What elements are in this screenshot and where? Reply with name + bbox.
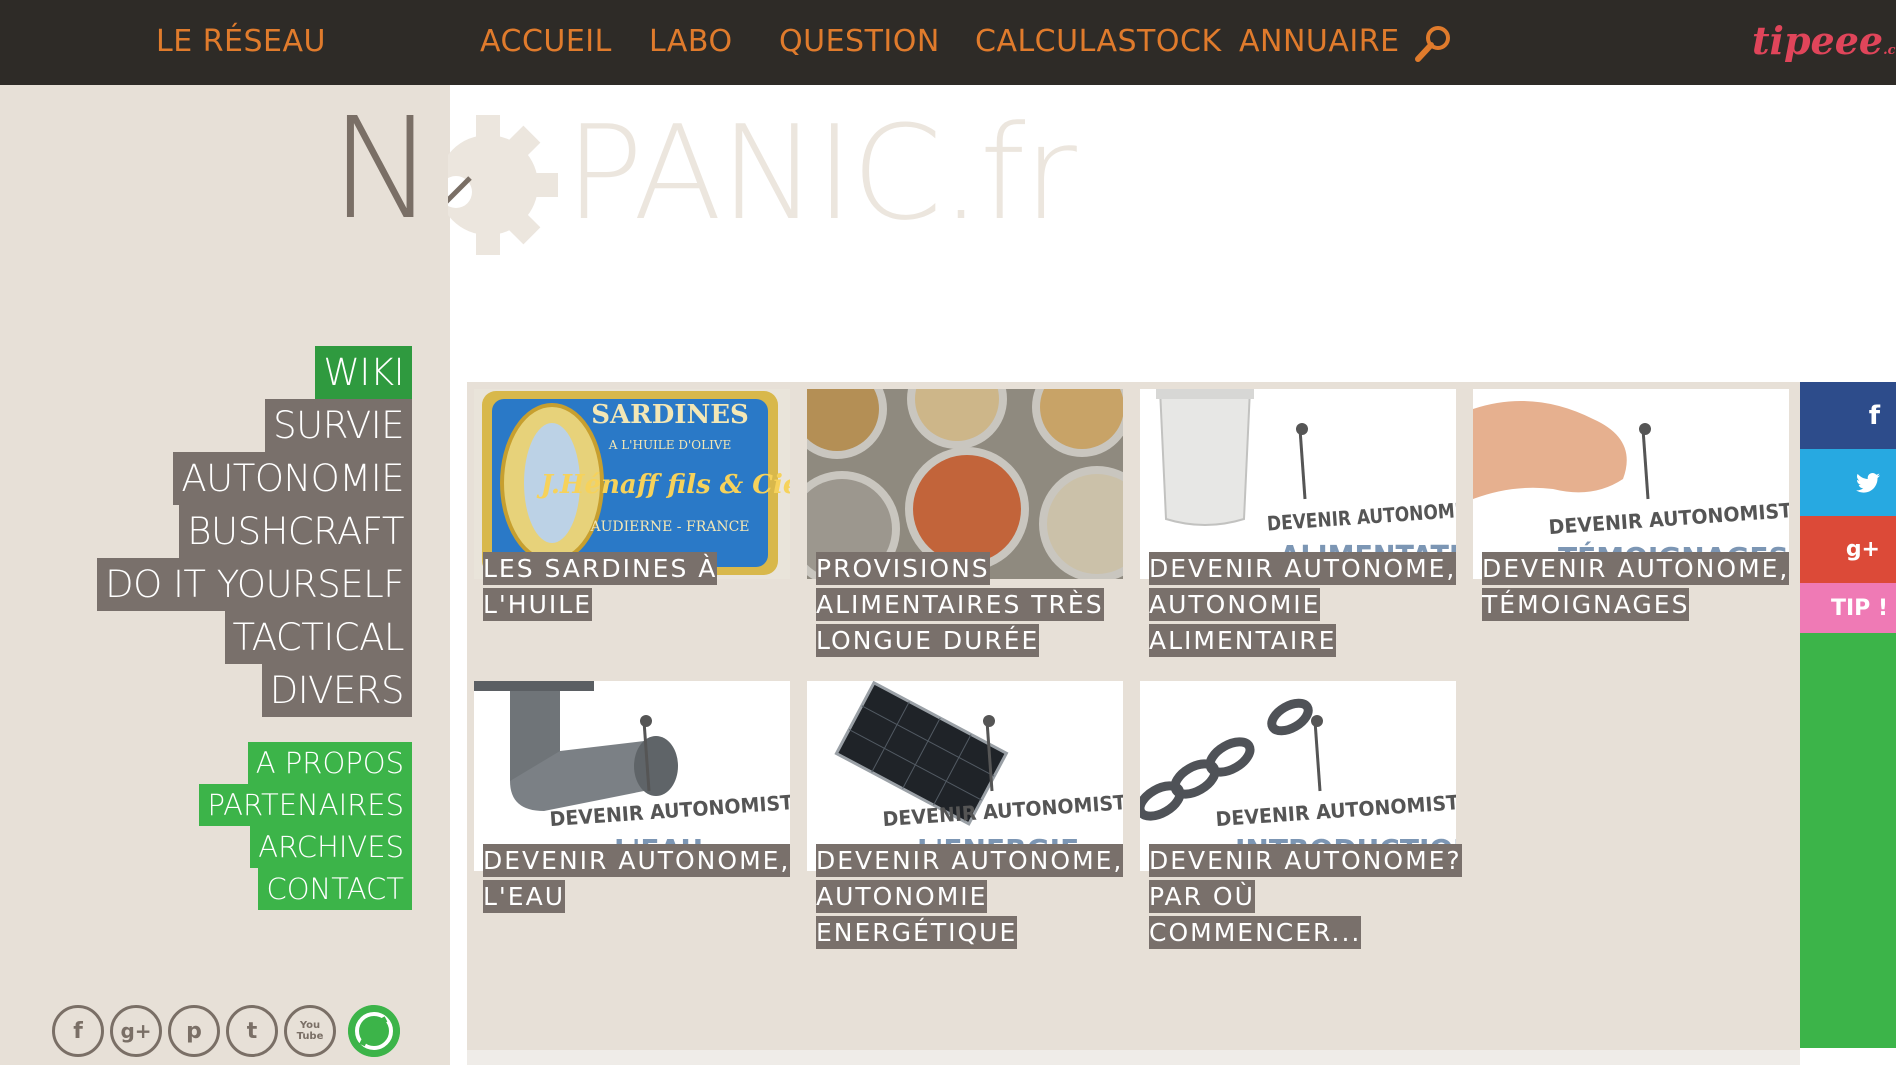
social-links: f g+ p t You Tube (52, 1005, 400, 1057)
category-survie[interactable]: SURVIE (265, 399, 412, 452)
page-contact[interactable]: CONTACT (258, 868, 412, 910)
article-card[interactable]: DEVENIR AUTONOMISTE L'EAU DEVENIR AUTONO… (474, 681, 791, 913)
article-title[interactable]: DEVENIR AUTONOME, AUTONOMIE ALIMENTAIRE (1149, 551, 1469, 659)
top-navbar: LE RÉSEAU ACCUEIL LABO QUESTION CALCULAS… (0, 0, 1896, 85)
thumb-text: AUDIERNE - FRANCE (589, 519, 749, 535)
article-title[interactable]: LES SARDINES À L'HUILE (483, 551, 803, 623)
nav-calculastock[interactable]: CALCULASTOCK (975, 24, 1222, 59)
site-logo-n[interactable]: N (330, 100, 435, 240)
thumb-text: SARDINES (591, 400, 749, 430)
category-divers[interactable]: DIVERS (261, 664, 412, 717)
share-google-plus-button[interactable]: g+ (1800, 516, 1896, 583)
share-facebook-button[interactable]: f (1800, 382, 1896, 449)
share-bar-fill (1800, 633, 1896, 1048)
nav-accueil[interactable]: ACCUEIL (480, 24, 612, 59)
nav-le-reseau[interactable]: LE RÉSEAU (156, 24, 326, 59)
article-card[interactable]: DEVENIR AUTONOMISTE TÉMOIGNAGES DEVENIR … (1473, 389, 1790, 621)
nav-labo[interactable]: LABO (649, 24, 733, 59)
twitter-bird-icon (1856, 472, 1880, 493)
page-partenaires[interactable]: PARTENAIRES (199, 784, 412, 826)
google-plus-icon: g+ (1845, 537, 1880, 562)
search-icon[interactable] (1412, 22, 1456, 66)
article-card[interactable]: DEVENIR AUTONOMISTE ALIMENTATION DEVENIR… (1140, 389, 1457, 657)
article-card[interactable]: PROVISIONS ALIMENTAIRES TRÈS LONGUE DURÉ… (807, 389, 1123, 657)
gear-logo-icon (448, 115, 558, 255)
article-title[interactable]: DEVENIR AUTONOME? PAR OÙ COMMENCER... (1149, 843, 1469, 951)
content-bottom-strip (467, 1050, 1800, 1065)
article-grid: SARDINES A L'HUILE D'OLIVE J.Hénaff fils… (467, 382, 1800, 1050)
category-wiki[interactable]: WIKI (315, 346, 412, 399)
site-logo-panic[interactable]: PANIC.fr (565, 108, 1077, 238)
youtube-icon[interactable]: You Tube (284, 1005, 336, 1057)
facebook-icon: f (1868, 400, 1880, 431)
pinterest-icon[interactable]: p (168, 1005, 220, 1057)
page-archives[interactable]: ARCHIVES (250, 826, 412, 868)
google-plus-icon[interactable]: g+ (110, 1005, 162, 1057)
facebook-icon[interactable]: f (52, 1005, 104, 1057)
share-bar: f g+ TIP ! (1800, 382, 1896, 1048)
share-twitter-button[interactable] (1800, 449, 1896, 516)
article-card[interactable]: SARDINES A L'HUILE D'OLIVE J.Hénaff fils… (474, 389, 790, 621)
nav-question[interactable]: QUESTION (779, 24, 940, 59)
category-autonomie[interactable]: AUTONOMIE (173, 452, 412, 505)
article-title[interactable]: PROVISIONS ALIMENTAIRES TRÈS LONGUE DURÉ… (816, 551, 1136, 659)
page-menu: A PROPOS PARTENAIRES ARCHIVES CONTACT (199, 742, 412, 910)
article-title[interactable]: DEVENIR AUTONOME, L'EAU (483, 843, 803, 915)
tip-button[interactable]: TIP ! (1800, 583, 1896, 633)
article-card[interactable]: DEVENIR AUTONOMISTE INTRODUCTION DEVENIR… (1140, 681, 1462, 949)
category-do-it-yourself[interactable]: DO IT YOURSELF (97, 558, 412, 611)
rss-leaf-icon[interactable] (348, 1005, 400, 1057)
article-title[interactable]: DEVENIR AUTONOME, AUTONOMIE ENERGÉTIQUE (816, 843, 1136, 951)
category-menu: WIKI SURVIE AUTONOMIE BUSHCRAFT DO IT YO… (97, 346, 412, 717)
category-tactical[interactable]: TACTICAL (224, 611, 412, 664)
article-card[interactable]: DEVENIR AUTONOMISTE L'ENERGIE DEVENIR AU… (807, 681, 1124, 949)
category-bushcraft[interactable]: BUSHCRAFT (179, 505, 412, 558)
nav-annuaire[interactable]: ANNUAIRE (1239, 24, 1400, 59)
thumb-text: J.Hénaff fils & Cie (536, 470, 790, 500)
page-a-propos[interactable]: A PROPOS (247, 742, 412, 784)
thumb-text: A L'HUILE D'OLIVE (608, 438, 732, 452)
article-title[interactable]: DEVENIR AUTONOME, TÉMOIGNAGES (1482, 551, 1802, 623)
twitter-icon[interactable]: t (226, 1005, 278, 1057)
tipeee-logo[interactable]: tipeee.com (1752, 18, 1896, 63)
